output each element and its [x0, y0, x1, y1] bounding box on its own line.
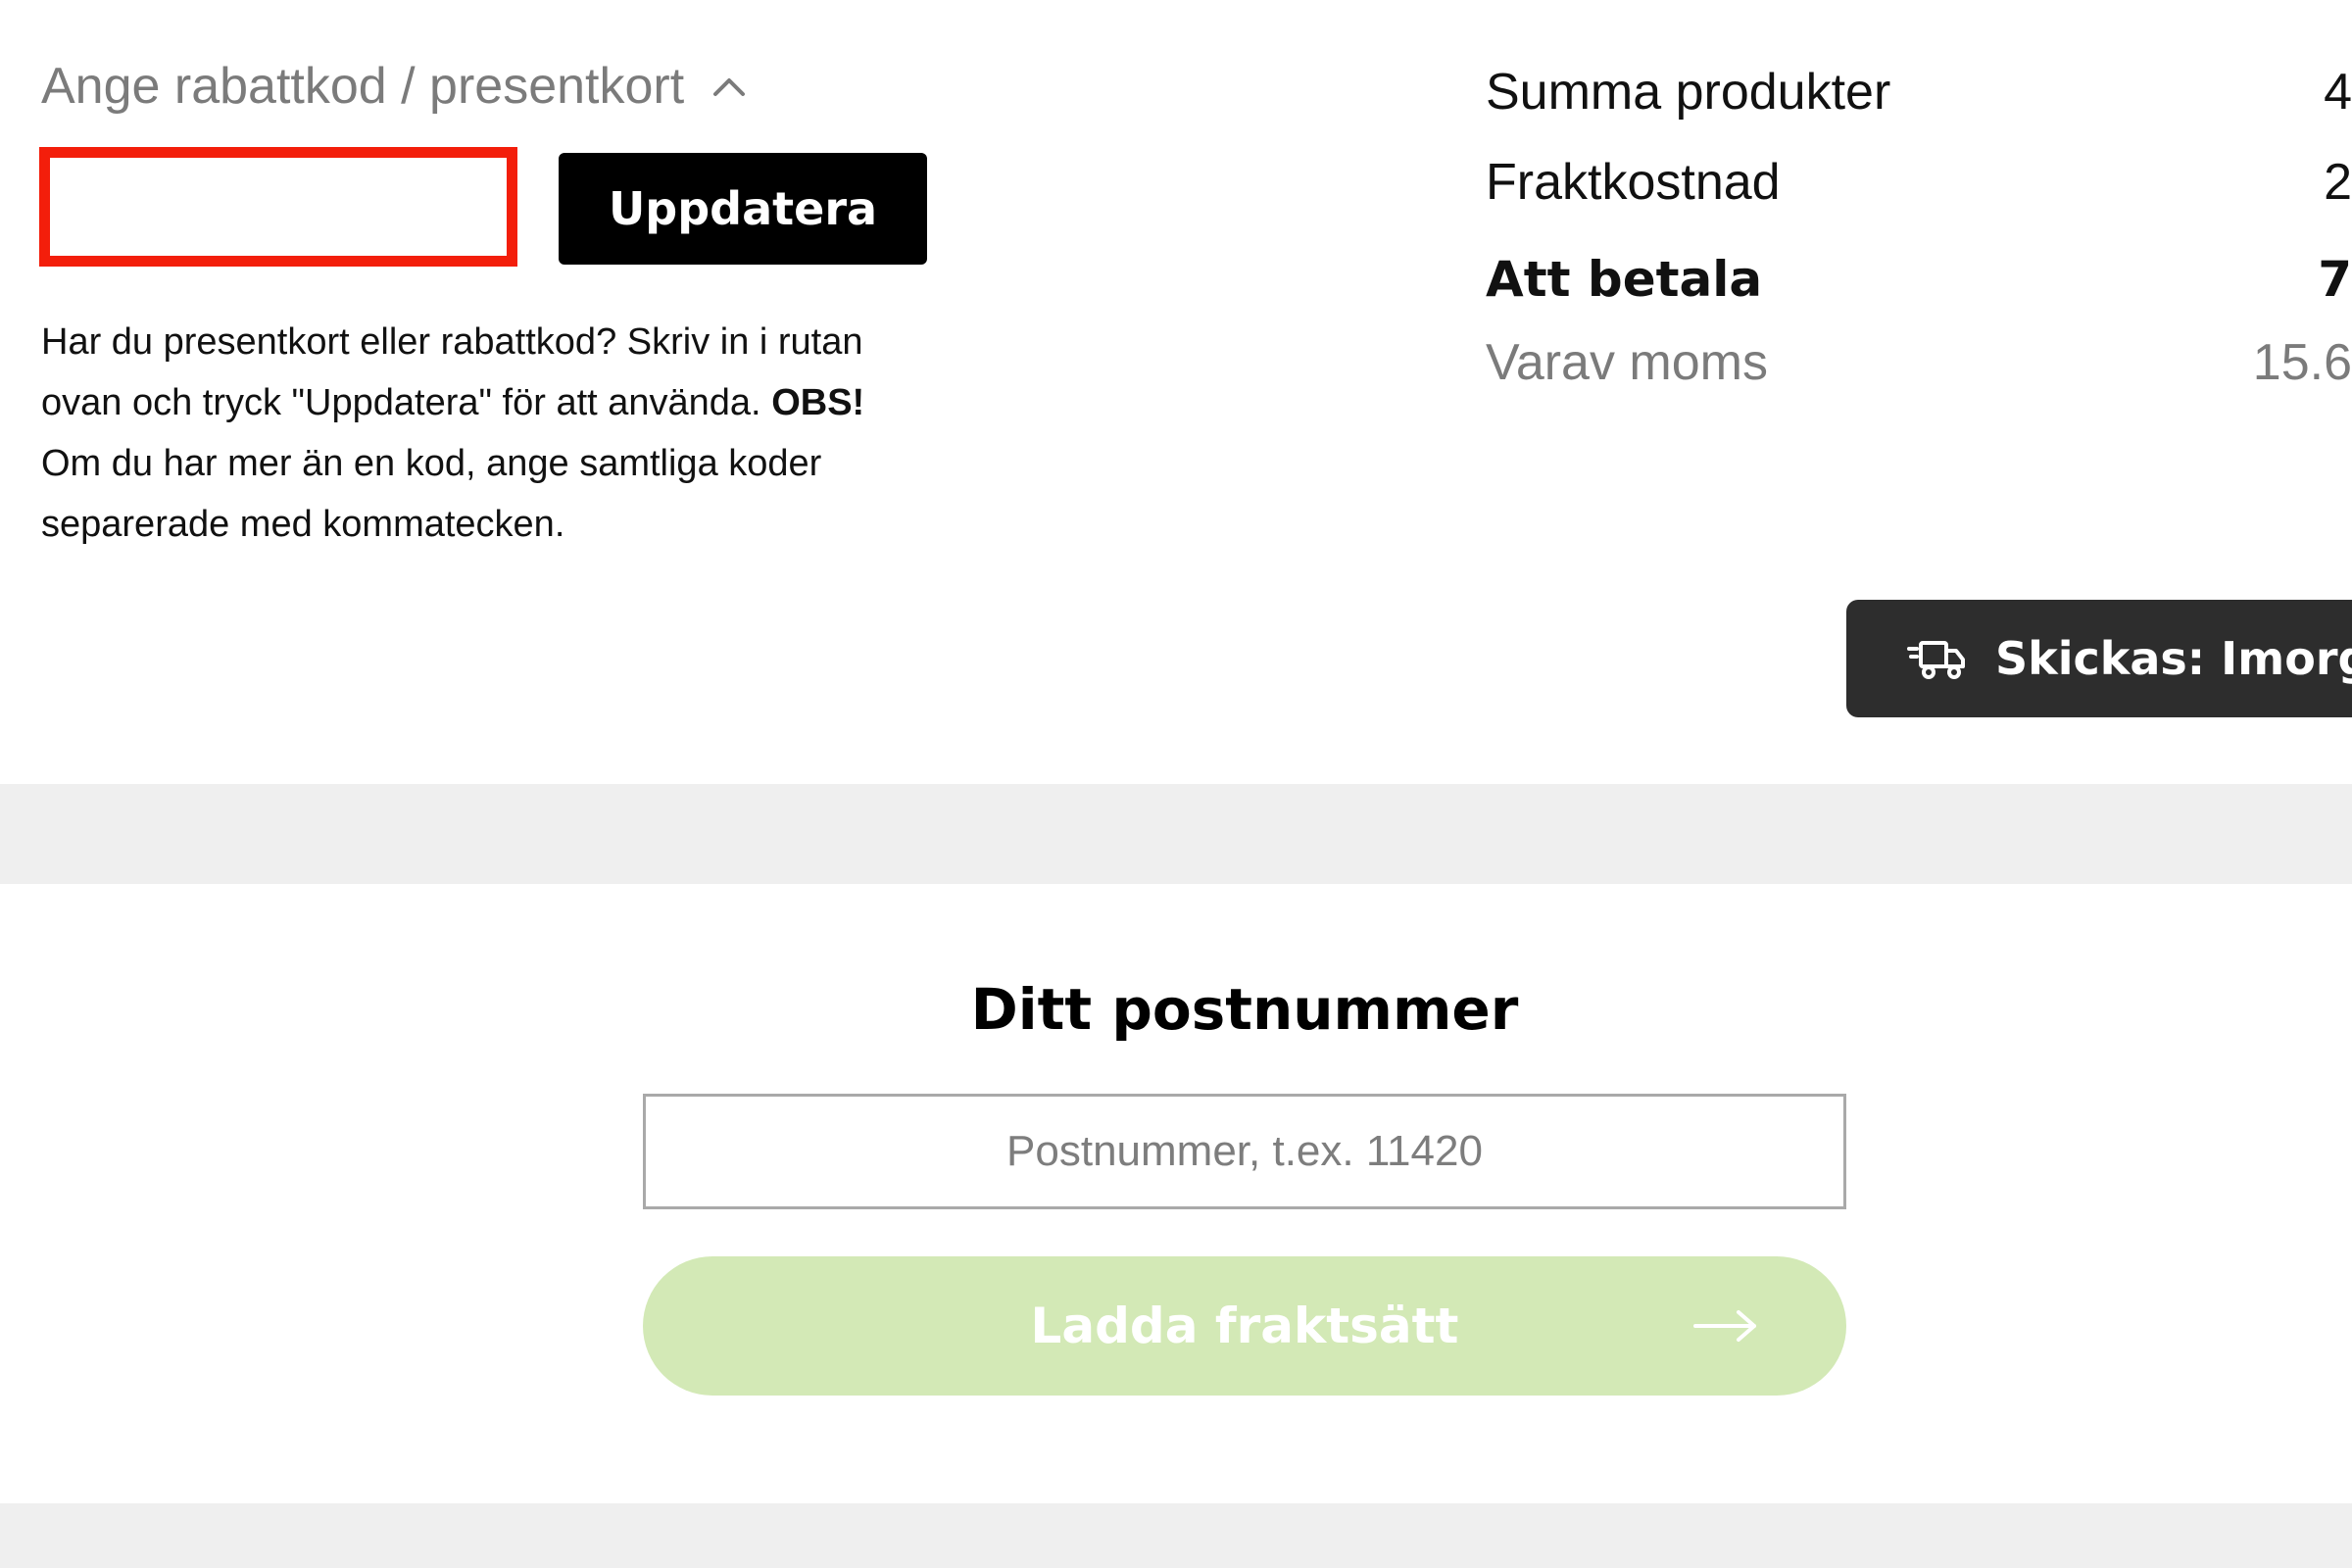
summary-value: 7: [2318, 251, 2352, 308]
shipping-status-text: Skickas: Imorgo: [1995, 632, 2352, 685]
summary-value: 2: [2324, 154, 2352, 211]
chevron-up-icon: [713, 78, 746, 96]
discount-help-text: Har du presentkort eller rabattkod? Skri…: [41, 312, 923, 555]
summary-label: Summa produkter: [1486, 64, 1891, 121]
summary-label: Att betala: [1486, 251, 1763, 308]
postal-title: Ditt postnummer: [970, 976, 1519, 1043]
summary-label: Fraktkostnad: [1486, 154, 1781, 211]
help-text-part-2: Om du har mer än en kod, ange samtliga k…: [41, 443, 822, 545]
delivery-truck-icon: [1907, 641, 1965, 679]
arrow-right-icon: [1693, 1310, 1756, 1342]
shipping-status-badge: Skickas: Imorgo: [1846, 600, 2352, 717]
update-button[interactable]: Uppdatera: [559, 153, 927, 265]
discount-toggle-label: Ange rabattkod / presentkort: [41, 58, 685, 115]
summary-value: 4: [2324, 64, 2352, 121]
summary-row-total: Att betala 7: [1486, 251, 2352, 308]
section-divider: [0, 1503, 2352, 1568]
summary-value: 15.6: [2252, 334, 2352, 391]
section-divider: [0, 784, 2352, 884]
discount-toggle[interactable]: Ange rabattkod / presentkort: [41, 57, 751, 116]
load-button-label: Ladda fraktsätt: [1030, 1298, 1459, 1354]
summary-row-products: Summa produkter 4: [1486, 63, 2352, 122]
summary-row-vat: Varav moms 15.6: [1486, 333, 2352, 392]
summary-label: Varav moms: [1486, 334, 1768, 391]
load-shipping-methods-button[interactable]: Ladda fraktsätt: [643, 1256, 1846, 1396]
discount-code-input[interactable]: [39, 147, 517, 267]
postal-code-input[interactable]: [643, 1094, 1846, 1209]
help-text-obs: OBS!: [771, 382, 865, 423]
summary-row-shipping: Fraktkostnad 2: [1486, 153, 2352, 212]
help-text-part-1: Har du presentkort eller rabattkod? Skri…: [41, 321, 863, 423]
